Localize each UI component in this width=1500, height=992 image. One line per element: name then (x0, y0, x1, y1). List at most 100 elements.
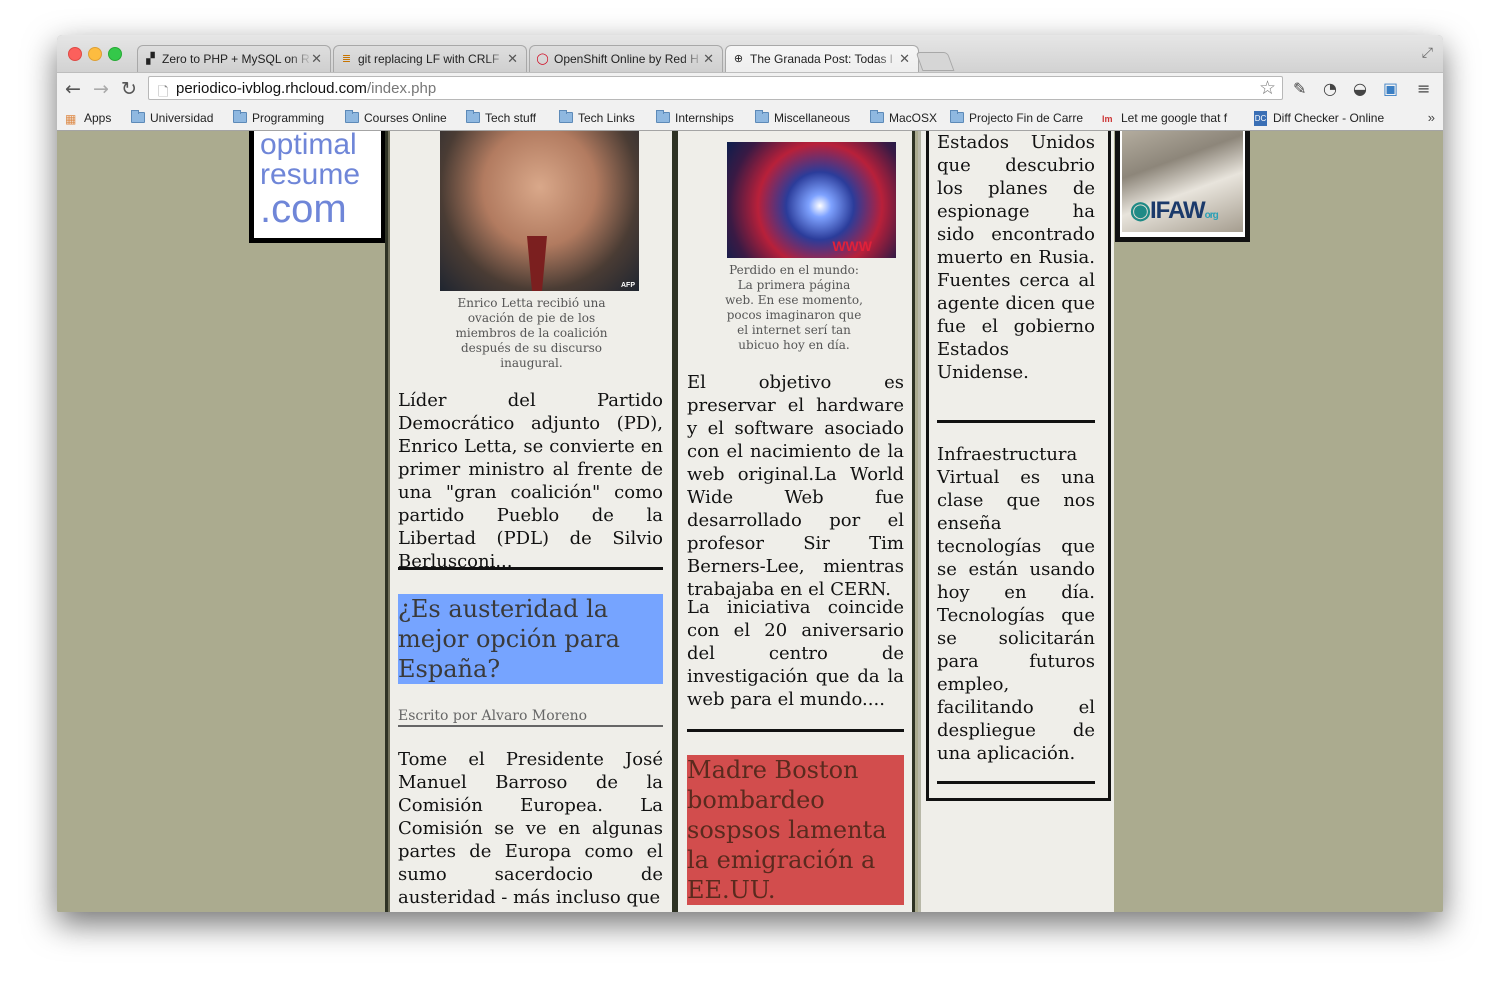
globe-favicon-icon: ⊕ (733, 53, 744, 65)
close-tab-icon[interactable]: ✕ (507, 51, 518, 67)
news-column-2: WWW Perdido en el mundo: La primera pági… (675, 131, 915, 912)
reload-icon[interactable]: ↻ (121, 78, 137, 100)
austeridad-headline[interactable]: ¿Es austeridad la mejor opción para Espa… (398, 594, 663, 684)
bookmark-universidad[interactable]: Universidad (131, 110, 213, 126)
folder-icon (870, 110, 884, 123)
photo-caption: Enrico Letta recibió una ovación de pie … (455, 296, 608, 370)
tie-shape (527, 236, 547, 291)
lmgtfy-icon: lm (1102, 114, 1113, 124)
bookmark-diff-checker[interactable]: DC Diff Checker - Online (1254, 110, 1408, 126)
close-tab-icon[interactable]: ✕ (311, 51, 322, 67)
divider (687, 729, 904, 732)
bookmark-label: Courses Online (364, 111, 447, 125)
bookmark-label: Tech stuff (485, 111, 537, 125)
openshift-favicon-icon: ◯ (536, 53, 549, 65)
ad-text-line: resume (260, 158, 361, 191)
diffchecker-icon: DC (1254, 111, 1267, 126)
more-bookmarks-chevron-icon[interactable]: » (1428, 110, 1435, 125)
divider (937, 781, 1095, 784)
ifaw-emblem-icon: ◉ (1130, 197, 1151, 224)
close-tab-icon[interactable]: ✕ (899, 51, 910, 67)
ifaw-text: IFAW (1149, 197, 1206, 224)
folder-icon (559, 110, 573, 123)
close-window-button[interactable] (68, 47, 82, 61)
bookmark-internships[interactable]: Internships (656, 110, 734, 126)
bookmark-label: Internships (675, 111, 734, 125)
back-arrow-icon[interactable]: ← (65, 78, 81, 100)
fullscreen-icon[interactable]: ⤢ (1422, 45, 1433, 61)
byline: Escrito por Alvaro Moreno (398, 708, 663, 727)
folder-icon (131, 110, 145, 123)
tab-zero-to-php[interactable]: ▞ Zero to PHP + MySQL on R ✕ (137, 45, 331, 72)
bookmark-label: Projecto Fin de Carre (969, 111, 1084, 125)
bookmark-apps[interactable]: ▦ Apps (65, 110, 111, 126)
tab-openshift[interactable]: ◯ OpenShift Online by Red H ✕ (529, 45, 723, 72)
article-body: El objetivo es preservar el hardware y e… (687, 372, 904, 600)
browser-window: ▞ Zero to PHP + MySQL on R ✕ ≣ git repla… (57, 35, 1443, 912)
incognito-extension-icon[interactable]: ◒ (1353, 79, 1367, 98)
www-label: WWW (832, 238, 872, 254)
tab-title: git replacing LF with CRLF (358, 52, 500, 66)
bookmark-label: Diff Checker - Online (1273, 111, 1385, 125)
bookmark-label: MacOSX (889, 111, 938, 125)
bookmarks-bar: ▦ Apps Universidad Programming Courses On… (57, 106, 1443, 131)
ifaw-suffix: org (1204, 210, 1219, 221)
article-body: Líder del Partido Democrático adjunto (P… (398, 390, 663, 572)
news-column-3: Estados Unidos que descubrio los planes … (918, 131, 1114, 912)
new-tab-button[interactable] (915, 52, 955, 71)
optimal-resume-logo: optimal resume .com (260, 131, 361, 229)
folder-icon (656, 110, 670, 123)
boston-headline[interactable]: Madre Boston bombardeo sospsos lamenta l… (687, 755, 904, 905)
divider (937, 420, 1095, 423)
browser-toolbar: ← → ↻ 🗋 periodico-ivblog.rhcloud.com/ind… (57, 72, 1443, 106)
bookmark-label: Universidad (150, 111, 214, 125)
article-body: Tome el Presidente José Manuel Barroso d… (398, 749, 663, 908)
close-tab-icon[interactable]: ✕ (703, 51, 714, 67)
bookmark-star-icon[interactable]: ☆ (1259, 76, 1276, 100)
photo-caption: Perdido en el mundo: La primera página w… (725, 263, 863, 352)
www-spiral-photo: WWW (727, 142, 896, 258)
optimal-resume-ad[interactable]: optimal resume .com (249, 131, 386, 243)
minimize-window-button[interactable] (88, 47, 102, 61)
bookmark-projecto-fin-de-carrera[interactable]: Projecto Fin de Carre (950, 110, 1119, 126)
apps-grid-icon: ▦ (65, 112, 77, 126)
tab-title: The Granada Post: Todas l (750, 52, 893, 66)
tab-git-crlf[interactable]: ≣ git replacing LF with CRLF ✕ (333, 45, 527, 72)
article-body: La iniciativa coincide con el 20 anivers… (687, 597, 904, 710)
bookmark-macosx[interactable]: MacOSX (870, 110, 937, 126)
bookmark-tech-links[interactable]: Tech Links (559, 110, 635, 126)
bookmark-let-me-google[interactable]: lm Let me google that f (1102, 110, 1261, 126)
bookmark-miscellaneous[interactable]: Miscellaneous (755, 110, 850, 126)
bookmark-label: Apps (84, 111, 112, 125)
window-extension-icon[interactable]: ▣ (1383, 79, 1398, 98)
article-body: Infraestructura Virtual es una clase que… (937, 444, 1095, 764)
eyedropper-extension-icon[interactable]: ✎ (1293, 79, 1306, 98)
forward-arrow-icon[interactable]: → (93, 78, 109, 100)
folder-icon (466, 110, 480, 123)
ifaw-logo: ◉IFAWorg (1130, 196, 1219, 225)
news-column-1: AFP Enrico Letta recibió una ovación de … (385, 131, 675, 912)
bookmark-label: Programming (252, 111, 325, 125)
menu-icon[interactable]: ≡ (1417, 79, 1430, 98)
tab-granada-post[interactable]: ⊕ The Granada Post: Todas l ✕ (725, 45, 919, 72)
bookmark-label: Let me google that f (1121, 111, 1228, 125)
ifaw-ad[interactable]: ◉IFAWorg (1115, 131, 1250, 242)
bookmark-courses-online[interactable]: Courses Online (345, 110, 447, 126)
address-bar[interactable]: 🗋 periodico-ivblog.rhcloud.com/index.php… (148, 76, 1283, 100)
url-host: periodico-ivblog.rhcloud.com (176, 80, 367, 97)
folder-icon (950, 110, 964, 123)
bookmark-label: Tech Links (578, 111, 635, 125)
tab-strip: ▞ Zero to PHP + MySQL on R ✕ ≣ git repla… (57, 35, 1443, 72)
bookmark-tech-stuff[interactable]: Tech stuff (466, 110, 536, 126)
zoom-window-button[interactable] (108, 47, 122, 61)
url-path: /index.php (366, 80, 437, 97)
page-viewport: optimal resume .com ◉IFAWorg AFP Enrico … (57, 131, 1443, 912)
stackoverflow-favicon-icon: ≣ (341, 53, 352, 65)
article-body: Estados Unidos que descubrio los planes … (937, 132, 1095, 383)
timer-extension-icon[interactable]: ◔ (1323, 79, 1337, 98)
bookmark-programming[interactable]: Programming (233, 110, 324, 126)
page-icon: 🗋 (158, 85, 169, 100)
photo-credit: AFP (621, 282, 635, 289)
folder-icon (233, 110, 247, 123)
folder-icon (345, 110, 359, 123)
